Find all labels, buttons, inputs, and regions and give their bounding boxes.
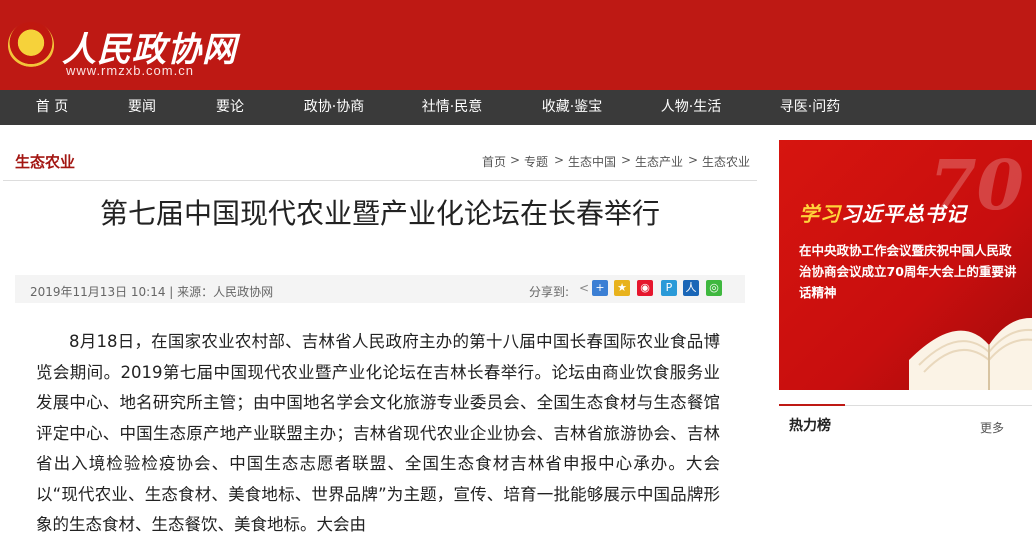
nav-item-home[interactable]: 首 页 [20,90,84,125]
study-banner[interactable]: 70 学习习近平总书记 在中央政协工作会议暨庆祝中国人民政治协商会议成立70周年… [779,140,1032,390]
tencent-weibo-icon[interactable]: P [661,280,677,296]
weibo-icon[interactable]: ◉ [637,280,653,296]
breadcrumb-separator: > [688,153,699,167]
renren-icon[interactable]: 人 [683,280,699,296]
banner-headline-rest: 习近平总书记 [841,202,967,226]
section-title[interactable]: 生态农业 [15,151,75,172]
open-book-icon [909,318,1032,390]
hot-more-link[interactable]: 更多 [980,419,1004,436]
hot-list-title: 热力榜 [789,418,831,434]
share-label: 分享到: [529,285,570,299]
breadcrumb-separator: > [510,153,521,167]
nav-item-news[interactable]: 要闻 [112,90,172,125]
main-nav: 首 页 要闻 要论 政协·协商 社情·民意 收藏·鉴宝 人物·生活 寻医·问药 [0,90,1036,125]
breadcrumb-item-eco-industry[interactable]: 生态产业 [635,153,683,170]
section-divider [3,180,757,181]
nav-item-public-opinion[interactable]: 社情·民意 [414,90,490,125]
site-header: 人民政协网 www.rmzxb.com.cn [0,0,1036,90]
wechat-icon[interactable]: ◎ [706,280,722,296]
nav-item-commentary[interactable]: 要论 [200,90,260,125]
breadcrumb-item-eco-agriculture[interactable]: 生态农业 [702,153,750,170]
breadcrumb-item-home[interactable]: 首页 [482,153,506,170]
cppcc-emblem-icon[interactable] [8,22,54,68]
nav-item-cppcc[interactable]: 政协·协商 [296,90,372,125]
nav-item-health[interactable]: 寻医·问药 [772,90,848,125]
share-icon: < [578,281,590,295]
nav-item-collection[interactable]: 收藏·鉴宝 [534,90,610,125]
breadcrumb-separator: > [554,153,565,167]
nav-item-people-life[interactable]: 人物·生活 [653,90,729,125]
banner-headline-study: 学习 [799,202,841,226]
qzone-icon[interactable]: ★ [614,280,630,296]
site-url: www.rmzxb.com.cn [66,63,194,78]
hot-accent [779,404,845,406]
breadcrumb-item-topics[interactable]: 专题 [524,153,548,170]
article-title: 第七届中国现代农业暨产业化论坛在长春举行 [99,197,660,230]
share-more-icon[interactable]: + [592,280,608,296]
article-body: 8月18日，在国家农业农村部、吉林省人民政府主办的第十八届中国长春国际农业食品博… [36,332,720,534]
breadcrumb-separator: > [621,153,632,167]
breadcrumb-item-eco-china[interactable]: 生态中国 [568,153,616,170]
banner-headline: 学习习近平总书记 [799,198,967,227]
article-meta: 2019年11月13日 10:14 | 来源：人民政协网 [30,285,274,299]
